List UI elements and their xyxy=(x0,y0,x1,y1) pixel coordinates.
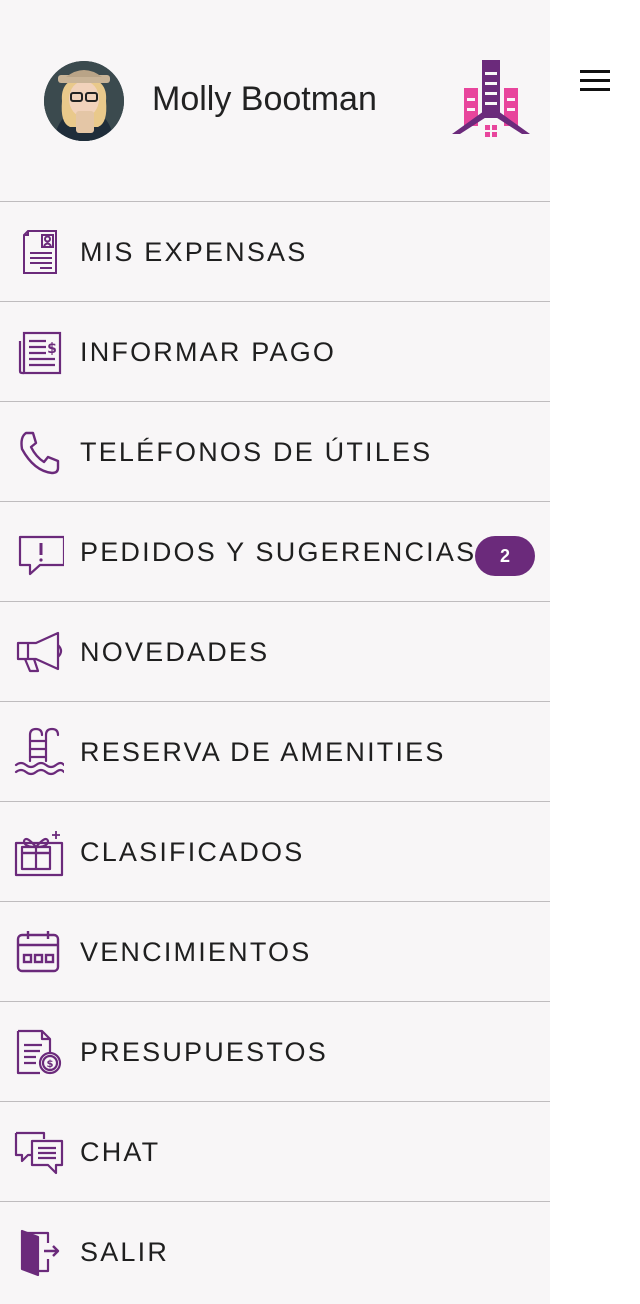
menu-item-pedidos-sugerencias[interactable]: PEDIDOS Y SUGERENCIAS 2 xyxy=(0,501,550,601)
alert-chat-icon xyxy=(14,527,64,577)
budget-document-icon: $ xyxy=(14,1027,64,1077)
menu-item-telefonos[interactable]: TELÉFONOS DE ÚTILES xyxy=(0,401,550,501)
menu-item-label: RESERVA DE AMENITIES xyxy=(80,737,446,767)
svg-text:$: $ xyxy=(47,341,57,357)
menu-item-label: CLASIFICADOS xyxy=(80,837,305,867)
megaphone-icon xyxy=(14,627,64,677)
exit-door-icon xyxy=(14,1227,64,1277)
invoice-icon xyxy=(14,227,64,277)
svg-text:$: $ xyxy=(47,1059,54,1070)
menu-item-label: PEDIDOS Y SUGERENCIAS xyxy=(80,537,477,567)
menu-item-clasificados[interactable]: CLASIFICADOS xyxy=(0,801,550,901)
menu-list: MIS EXPENSAS $ INFORMAR PAGO TELÉFONOS D… xyxy=(0,201,550,1301)
menu-item-mis-expensas[interactable]: MIS EXPENSAS xyxy=(0,201,550,301)
chat-icon xyxy=(14,1127,64,1177)
menu-item-chat[interactable]: CHAT xyxy=(0,1101,550,1201)
menu-item-reserva-amenities[interactable]: RESERVA DE AMENITIES xyxy=(0,701,550,801)
gift-shop-icon xyxy=(14,827,64,877)
payment-receipt-icon: $ xyxy=(14,327,64,377)
pool-icon xyxy=(14,727,64,777)
navigation-drawer: Molly Bootman MIS EXPENSAS $ INFORMAR PA… xyxy=(0,0,550,1304)
user-name: Molly Bootman xyxy=(152,80,377,118)
menu-item-salir[interactable]: SALIR xyxy=(0,1201,550,1301)
notification-badge: 2 xyxy=(475,536,535,576)
menu-item-label: CHAT xyxy=(80,1137,161,1167)
menu-item-label: NOVEDADES xyxy=(80,637,270,667)
drawer-header: Molly Bootman xyxy=(0,0,550,201)
menu-item-novedades[interactable]: NOVEDADES xyxy=(0,601,550,701)
avatar[interactable] xyxy=(44,61,124,141)
menu-item-label: VENCIMIENTOS xyxy=(80,937,312,967)
menu-item-label: INFORMAR PAGO xyxy=(80,337,337,367)
menu-item-label: TELÉFONOS DE ÚTILES xyxy=(80,437,433,467)
menu-item-label: PRESUPUESTOS xyxy=(80,1037,328,1067)
menu-item-label: MIS EXPENSAS xyxy=(80,237,308,267)
menu-item-informar-pago[interactable]: $ INFORMAR PAGO xyxy=(0,301,550,401)
phone-icon xyxy=(14,427,64,477)
calendar-icon xyxy=(14,927,64,977)
menu-item-label: SALIR xyxy=(80,1237,170,1267)
hamburger-menu-icon[interactable] xyxy=(578,66,612,96)
building-logo-icon xyxy=(450,58,532,142)
menu-item-vencimientos[interactable]: VENCIMIENTOS xyxy=(0,901,550,1001)
menu-item-presupuestos[interactable]: $ PRESUPUESTOS xyxy=(0,1001,550,1101)
